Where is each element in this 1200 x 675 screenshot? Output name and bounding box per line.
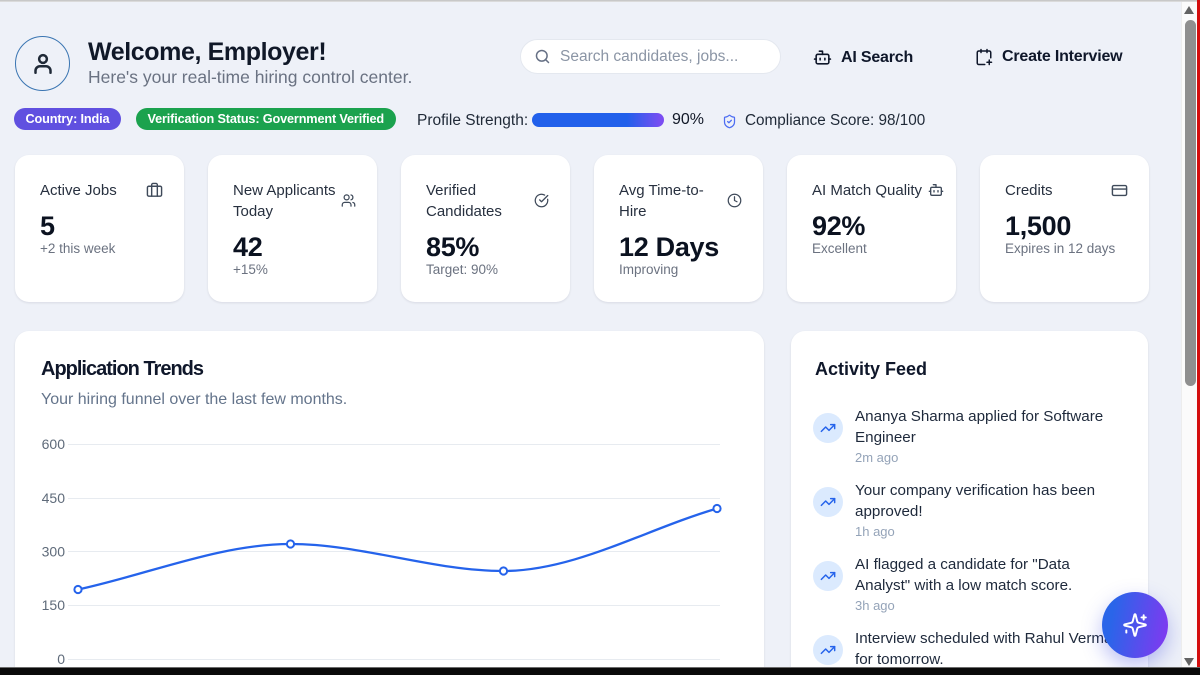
svg-text:300: 300	[42, 544, 66, 560]
svg-text:450: 450	[42, 490, 66, 506]
svg-text:600: 600	[42, 436, 66, 452]
svg-text:0: 0	[57, 651, 65, 667]
svg-text:150: 150	[42, 597, 66, 613]
